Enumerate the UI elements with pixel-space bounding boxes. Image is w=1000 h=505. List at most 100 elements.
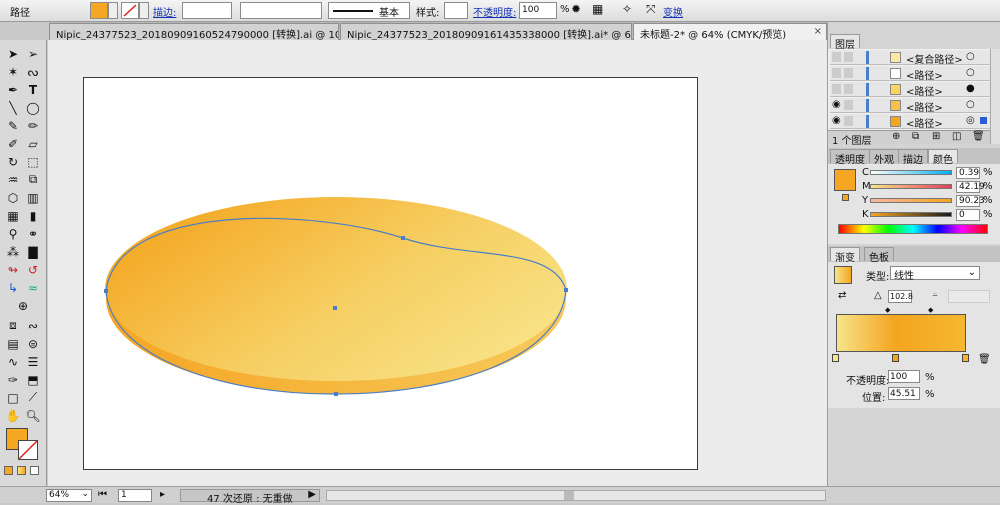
magic-wand-icon[interactable]: ✶ — [4, 64, 22, 79]
none-mode-button[interactable] — [30, 466, 39, 475]
clip-mask-icon[interactable]: ⧉ — [912, 131, 919, 142]
brush-dropdown[interactable]: 基本 — [328, 2, 410, 19]
trash-icon[interactable]: 🗑︎ — [972, 131, 985, 142]
layer-row[interactable]: <路径> ○ — [830, 66, 990, 82]
symbol-sprayer-icon[interactable]: ⁂ — [4, 244, 22, 259]
list-icon[interactable]: ☰ — [24, 354, 42, 369]
lock-icon[interactable] — [844, 52, 853, 62]
direct-selection-tool-icon[interactable]: ➢ — [24, 46, 42, 61]
ruler-icon[interactable]: ⬒ — [24, 372, 42, 387]
layer-row[interactable]: <复合路径> ○ — [830, 50, 990, 66]
target-icon[interactable]: ○ — [966, 67, 975, 78]
channel-m-slider[interactable] — [870, 184, 952, 189]
blob-brush-icon[interactable]: ✐ — [4, 136, 22, 151]
pen-tool-icon[interactable]: ✒ — [4, 82, 22, 97]
aspect-ratio-input[interactable] — [948, 290, 990, 303]
scroll-thumb[interactable] — [564, 491, 574, 500]
visibility-icon[interactable] — [832, 84, 841, 94]
fill-color-box[interactable] — [834, 169, 856, 191]
fill-swatch[interactable] — [90, 2, 108, 19]
zoom-out-icon[interactable]: ⊜ — [24, 336, 42, 351]
type-tool-icon[interactable]: T — [24, 82, 42, 97]
knife-tool-icon[interactable]: ∾ — [24, 318, 42, 333]
path-tool-icon[interactable]: ≈ — [24, 280, 42, 295]
first-artboard-icon[interactable]: ⏮ — [98, 489, 107, 500]
column-graph-icon[interactable]: ▇ — [24, 244, 42, 259]
line-tool-icon[interactable]: ╲ — [4, 100, 22, 115]
visibility-icon[interactable] — [832, 68, 841, 78]
stroke-color-box[interactable] — [18, 440, 38, 460]
free-transform-icon[interactable]: ⧉ — [24, 172, 42, 187]
canvas-area[interactable] — [48, 40, 827, 486]
style-dropdown[interactable] — [444, 2, 468, 19]
tab-layers[interactable]: 图层 — [830, 34, 860, 51]
eye-icon[interactable]: ◉ — [832, 99, 841, 110]
channel-c-slider[interactable] — [870, 170, 952, 175]
artboard-tool-icon[interactable]: ⊕ — [14, 298, 32, 313]
curvature-tool-icon[interactable]: ↳ — [4, 280, 22, 295]
reshape-tool-icon[interactable]: ↺ — [24, 262, 42, 277]
selection-tool-icon[interactable]: ➤ — [4, 46, 22, 61]
ellipse-tool-icon[interactable]: ◯ — [24, 100, 42, 115]
gradient-stop[interactable] — [892, 354, 899, 362]
target-icon[interactable]: ○ — [966, 99, 975, 110]
next-artboard-icon[interactable]: ▸ — [160, 489, 165, 500]
panel-collapse-icon[interactable] — [991, 42, 1000, 46]
eye-icon[interactable]: ◉ — [832, 115, 841, 126]
tab-doc-3[interactable]: 未标题-2* @ 64% (CMYK/预览) × — [633, 23, 827, 40]
pencil-tool-icon[interactable]: ✏ — [24, 118, 42, 133]
artboard-select[interactable]: 1 — [118, 489, 152, 502]
lock-icon[interactable] — [844, 84, 853, 94]
opacity-link[interactable]: 不透明度: — [473, 4, 516, 19]
rect-tool-icon[interactable]: □ — [4, 390, 22, 405]
stroke-swatch[interactable] — [121, 2, 139, 19]
channel-y-slider[interactable] — [870, 198, 952, 203]
visibility-icon[interactable] — [832, 52, 841, 62]
horizontal-scrollbar[interactable] — [326, 490, 826, 501]
align-icon[interactable]: ▦ — [592, 2, 603, 16]
zoom-select[interactable]: 64% ⌄ — [46, 489, 92, 502]
lock-icon[interactable] — [844, 100, 853, 110]
variable-width-dropdown[interactable] — [240, 2, 322, 19]
anchor-point[interactable] — [334, 392, 338, 396]
rotate-tool-icon[interactable]: ↻ — [4, 154, 22, 169]
perspective-grid-icon[interactable]: ▥ — [24, 190, 42, 205]
status-info[interactable]: 47 次还原 : 无重做 ▶ — [180, 489, 320, 505]
warp-tool-icon[interactable]: ♒ — [4, 172, 22, 187]
ellipse-top[interactable] — [105, 197, 567, 381]
tab-color[interactable]: 颜色 — [928, 149, 958, 166]
target-icon[interactable]: ● — [966, 83, 975, 94]
anchor-point[interactable] — [401, 236, 405, 240]
eraser-icon[interactable]: ▱ — [24, 136, 42, 151]
gradient-mode-button[interactable] — [17, 466, 26, 475]
new-sublayer-icon[interactable]: ⊞ — [932, 131, 940, 142]
anchor-point[interactable] — [104, 289, 108, 293]
lock-icon[interactable] — [844, 68, 853, 78]
opacity-input[interactable]: 100 — [519, 2, 557, 19]
fill-dropdown[interactable] — [108, 2, 118, 19]
channel-k-slider[interactable] — [870, 212, 952, 217]
brush-tool-icon[interactable]: ✎ — [4, 118, 22, 133]
gradient-stop[interactable] — [832, 354, 839, 362]
hand-icon[interactable]: ✋ — [4, 408, 22, 423]
slice-tool-icon[interactable]: ⧈ — [4, 318, 22, 333]
close-icon[interactable]: × — [814, 26, 822, 37]
layer-row[interactable]: ◉ <路径> ◎ — [830, 114, 990, 130]
channel-k-input[interactable]: 0 — [956, 209, 980, 221]
gradient-slider-bar[interactable] — [836, 314, 966, 352]
lock-icon[interactable] — [844, 116, 853, 126]
transform-link[interactable]: 变换 — [663, 4, 683, 19]
scale-tool-icon[interactable]: ⬚ — [24, 154, 42, 169]
eyedropper-icon[interactable]: ⚲ — [4, 226, 22, 241]
layers-scrollbar[interactable] — [990, 49, 1000, 144]
channel-y-input[interactable]: 90.23 — [956, 195, 985, 207]
tab-gradient[interactable]: 渐变 — [830, 247, 860, 264]
stroke-link[interactable]: 描边: — [153, 4, 176, 19]
gradient-stop[interactable] — [962, 354, 969, 362]
gradient-preview[interactable] — [834, 266, 852, 284]
knife-2-icon[interactable]: ⟋ — [24, 390, 42, 405]
midpoint-icon[interactable]: ◆ — [885, 306, 890, 314]
target-icon[interactable]: ◎ — [966, 115, 975, 126]
locate-icon[interactable]: ⊕ — [892, 131, 900, 142]
stop-opacity-input[interactable]: 100 — [888, 370, 920, 383]
